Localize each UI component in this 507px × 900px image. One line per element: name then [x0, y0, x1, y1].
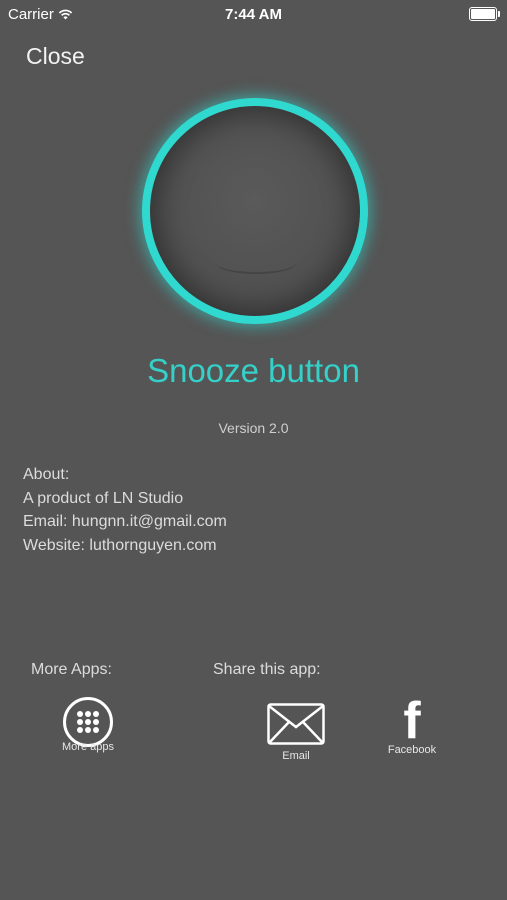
- share-facebook-button[interactable]: f Facebook: [380, 692, 444, 756]
- about-section: About: A product of LN Studio Email: hun…: [23, 463, 227, 557]
- more-apps-label: More Apps:: [31, 661, 112, 678]
- share-email-button[interactable]: Email: [261, 703, 331, 762]
- battery-fill: [471, 9, 495, 19]
- facebook-icon: f: [403, 692, 421, 750]
- app-title: Snooze button: [147, 352, 360, 389]
- about-product: A product of LN Studio: [23, 489, 184, 507]
- more-apps-button[interactable]: More apps: [48, 697, 128, 753]
- envelope-icon: [267, 703, 325, 745]
- share-label: Share this app:: [213, 661, 321, 678]
- status-time: 7:44 AM: [225, 6, 282, 23]
- more-apps-caption: More apps: [62, 741, 114, 753]
- facebook-caption: Facebook: [387, 744, 437, 756]
- about-email: Email: hungnn.it@gmail.com: [23, 513, 227, 530]
- status-bar: Carrier 7:44 AM: [0, 0, 507, 28]
- close-button[interactable]: Close: [26, 43, 85, 70]
- about-heading: About:: [23, 466, 70, 483]
- about-website: Website: luthornguyen.com: [23, 536, 217, 554]
- grid-icon: [63, 697, 113, 747]
- email-caption: Email: [282, 750, 310, 762]
- battery-icon: [469, 7, 500, 21]
- app-version: Version 2.0: [218, 420, 289, 436]
- snooze-button[interactable]: [142, 98, 368, 324]
- snooze-button-shadow: [216, 252, 296, 274]
